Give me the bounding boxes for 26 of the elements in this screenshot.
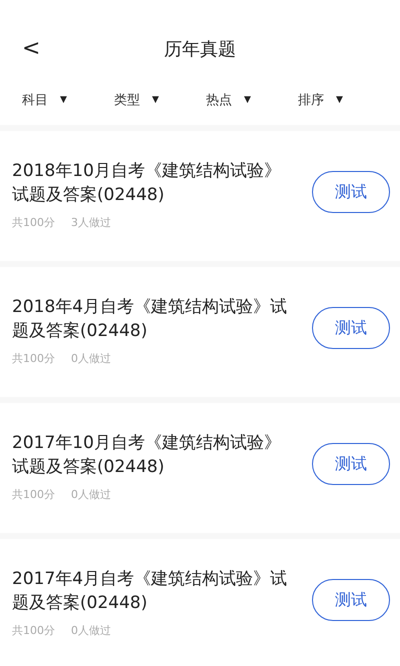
filter-dropdown[interactable]: 科目 ▼ [22,91,114,109]
test-button[interactable]: 测试 [312,171,390,213]
taker-count: 0人做过 [71,623,111,638]
taker-count: 0人做过 [71,487,111,502]
test-button[interactable]: 测试 [312,307,390,349]
test-button[interactable]: 测试 [312,579,390,621]
caret-icon: ▼ [336,95,343,105]
filter-dropdown[interactable]: 类型 ▼ [114,91,206,109]
total-score: 共100分 [12,487,55,502]
total-score: 共100分 [12,623,55,638]
filter-dropdown[interactable]: 排序 ▼ [298,91,390,109]
test-button[interactable]: 测试 [312,443,390,485]
caret-icon: ▼ [244,95,251,105]
paper-title: 2018年10月自考《建筑结构试验》试题及答案(02448) [12,160,282,207]
caret-icon: ▼ [60,95,67,105]
paper-title: 2017年10月自考《建筑结构试验》试题及答案(02448) [12,432,282,479]
paper-title: 2018年4月自考《建筑结构试验》试题及答案(02448) [12,296,288,343]
paper-title: 2017年4月自考《建筑结构试验》试题及答案(02448) [12,568,288,615]
taker-count: 0人做过 [71,351,111,366]
back-button[interactable]: < [22,36,40,61]
total-score: 共100分 [12,351,55,366]
caret-icon: ▼ [152,95,159,105]
total-score: 共100分 [12,215,55,230]
page-title: 历年真题 [163,38,237,61]
filter-dropdown[interactable]: 热点 ▼ [206,91,298,109]
taker-count: 3人做过 [71,215,111,230]
